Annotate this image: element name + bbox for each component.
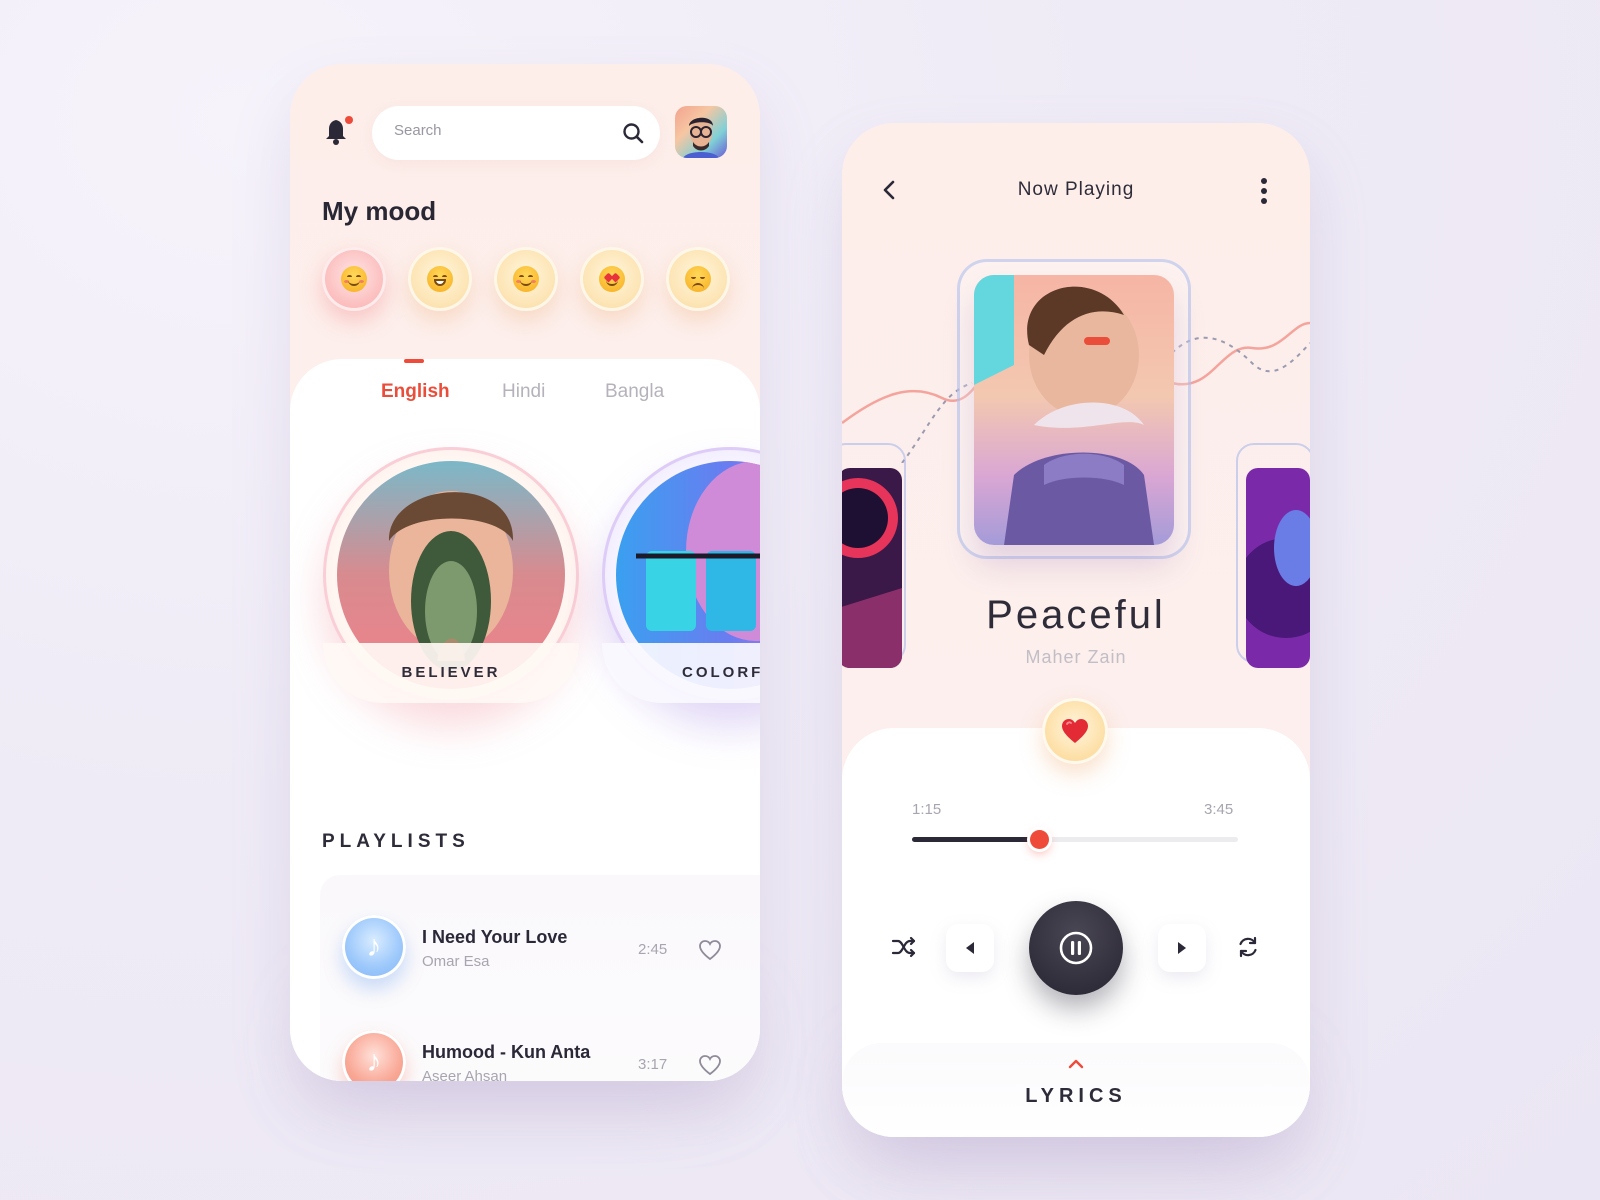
like-button[interactable] bbox=[1042, 698, 1108, 764]
tab-english[interactable]: English bbox=[381, 381, 450, 403]
pause-button[interactable] bbox=[1029, 901, 1123, 995]
total-time: 3:45 bbox=[1204, 801, 1234, 818]
active-tab-indicator bbox=[404, 359, 424, 363]
shuffle-icon bbox=[891, 936, 916, 958]
chevron-up-icon[interactable] bbox=[1068, 1059, 1084, 1069]
search-bar[interactable] bbox=[372, 106, 660, 160]
mood-love-button[interactable] bbox=[580, 247, 644, 311]
smiling-face-emoji-icon bbox=[341, 266, 367, 292]
mood-selector bbox=[322, 247, 732, 317]
grinning-face-emoji-icon bbox=[427, 266, 453, 292]
heart-eyes-emoji-icon bbox=[599, 266, 625, 292]
album-card-believer[interactable]: BELIEVER bbox=[323, 447, 579, 703]
current-time: 1:15 bbox=[912, 801, 942, 818]
tab-bangla[interactable]: Bangla bbox=[605, 381, 664, 403]
sad-face-emoji-icon bbox=[685, 266, 711, 292]
language-tabs: English Hindi Bangla bbox=[290, 381, 760, 411]
track-title: I Need Your Love bbox=[422, 927, 568, 947]
progress-track[interactable] bbox=[912, 830, 1238, 849]
playlist-track[interactable]: ♪ Humood - Kun Anta Aseer Ahsan 3:17 bbox=[342, 1030, 732, 1081]
shuffle-button[interactable] bbox=[886, 929, 922, 965]
album-card-colorful[interactable]: COLORF bbox=[602, 447, 760, 703]
mood-grinning-button[interactable] bbox=[408, 247, 472, 311]
next-button[interactable] bbox=[1158, 924, 1206, 972]
song-title: Peaceful bbox=[986, 593, 1166, 637]
now-playing-screen: Now Playing Peaceful Maher Zain 1:15 3:4… bbox=[842, 123, 1310, 1137]
page-title: Now Playing bbox=[1017, 179, 1135, 200]
more-vertical-icon[interactable] bbox=[1260, 177, 1268, 205]
blushing-face-emoji-icon bbox=[513, 266, 539, 292]
heart-outline-icon[interactable] bbox=[698, 1054, 722, 1076]
album-label-believer: BELIEVER bbox=[401, 664, 501, 681]
album-label-colorful: COLORF bbox=[682, 664, 760, 681]
next-icon bbox=[1178, 942, 1186, 954]
repeat-icon bbox=[1239, 936, 1257, 958]
browse-panel: English Hindi Bangla BELIEVER COLORF PLA… bbox=[290, 359, 760, 1081]
playlist-list: ♪ I Need Your Love Omar Esa 2:45 ♪ Humoo… bbox=[320, 875, 760, 1081]
search-icon[interactable] bbox=[622, 122, 644, 144]
avatar[interactable] bbox=[675, 106, 727, 158]
track-duration: 3:17 bbox=[638, 1056, 668, 1073]
previous-button[interactable] bbox=[946, 924, 994, 972]
lyrics-label: LYRICS bbox=[1025, 1085, 1127, 1107]
heart-filled-icon bbox=[1062, 719, 1088, 743]
prev-album-cover[interactable] bbox=[842, 468, 902, 668]
mood-blushing-button[interactable] bbox=[494, 247, 558, 311]
music-note-icon: ♪ bbox=[342, 915, 406, 979]
search-input[interactable] bbox=[394, 122, 614, 139]
progress-fill bbox=[912, 837, 1040, 842]
next-album-cover[interactable] bbox=[1246, 468, 1310, 668]
notification-dot bbox=[345, 116, 353, 124]
playlist-track[interactable]: ♪ I Need Your Love Omar Esa 2:45 bbox=[342, 915, 732, 985]
track-duration: 2:45 bbox=[638, 941, 668, 958]
heart-outline-icon[interactable] bbox=[698, 939, 722, 961]
repeat-button[interactable] bbox=[1230, 929, 1266, 965]
avatar-portrait bbox=[683, 117, 719, 158]
pause-icon bbox=[1059, 931, 1093, 965]
track-artist: Aseer Ahsan bbox=[422, 1068, 508, 1081]
home-screen: My mood English Hindi Bangla bbox=[290, 64, 760, 1081]
tab-hindi[interactable]: Hindi bbox=[502, 381, 545, 403]
previous-icon bbox=[966, 942, 974, 954]
music-note-icon: ♪ bbox=[342, 1030, 406, 1081]
mood-sad-button[interactable] bbox=[666, 247, 730, 311]
mood-smiling-button[interactable] bbox=[322, 247, 386, 311]
mood-title: My mood bbox=[322, 196, 437, 226]
progress-scrubber[interactable] bbox=[1030, 830, 1050, 849]
playlists-heading: PLAYLISTS bbox=[322, 831, 470, 852]
track-title: Humood - Kun Anta bbox=[422, 1042, 591, 1062]
song-artist: Maher Zain bbox=[1025, 647, 1127, 667]
current-album-cover bbox=[974, 275, 1174, 545]
track-artist: Omar Esa bbox=[422, 953, 490, 970]
lyrics-drawer[interactable]: LYRICS bbox=[842, 1043, 1310, 1137]
